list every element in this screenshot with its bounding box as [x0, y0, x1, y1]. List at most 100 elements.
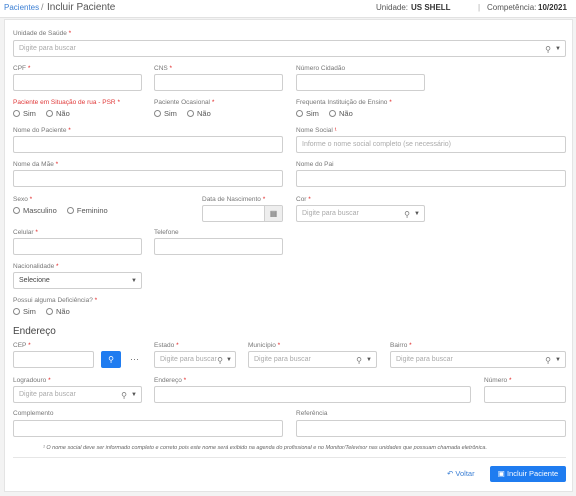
sexo-radio-group: Masculino Feminino [13, 206, 116, 215]
chevron-down-icon[interactable]: ▼ [131, 274, 137, 288]
cor-search-input[interactable]: Digite para buscar ⚲ ▼ [296, 205, 425, 222]
back-button[interactable]: ↶ Voltar [447, 467, 475, 481]
undo-arrow-icon: ↶ [447, 469, 454, 478]
ensino-sim-option[interactable]: Sim [296, 109, 319, 118]
endereco-label: Endereço * [154, 377, 187, 384]
unidade-placeholder: Digite para buscar [19, 45, 76, 52]
ocasional-nao-option[interactable]: Não [187, 109, 211, 118]
submit-button[interactable]: ▣ Incluir Paciente [490, 466, 566, 482]
nome-mae-input[interactable] [13, 170, 283, 187]
psr-nao-option[interactable]: Não [46, 109, 70, 118]
nascimento-label: Data de Nascimento * [202, 196, 266, 203]
bairro-label: Bairro * [390, 342, 412, 349]
deficiencia-radio-group: Sim Não [13, 307, 78, 316]
municipio-label: Município * [248, 342, 281, 349]
chevron-down-icon[interactable]: ▼ [555, 353, 561, 367]
nome-paciente-input[interactable] [13, 136, 283, 153]
logradouro-search-input[interactable]: Digite para buscar ⚲ ▼ [13, 386, 142, 403]
radio-icon[interactable] [13, 308, 20, 315]
deficiencia-label: Possui alguma Deficiência? * [13, 297, 98, 304]
cep-search-button[interactable]: ⚲ [101, 351, 121, 368]
radio-icon[interactable] [66, 207, 74, 214]
unidade-search-input[interactable]: Digite para buscar ⚲ ▼ [13, 40, 566, 57]
radio-icon[interactable] [296, 110, 303, 117]
search-icon[interactable]: ⚲ [121, 388, 127, 402]
cpf-input[interactable] [13, 74, 142, 91]
radio-icon[interactable] [13, 110, 20, 117]
cpf-label: CPF * [13, 65, 31, 72]
municipio-placeholder: Digite para buscar [254, 356, 311, 363]
deficiencia-sim-option[interactable]: Sim [13, 307, 36, 316]
competence-label: Competência: [487, 3, 537, 12]
logradouro-placeholder: Digite para buscar [19, 391, 76, 398]
breadcrumb-pacientes-link[interactable]: Pacientes [4, 3, 39, 12]
radio-icon[interactable] [187, 110, 195, 117]
radio-icon[interactable] [46, 308, 54, 315]
cor-placeholder: Digite para buscar [302, 210, 359, 217]
celular-input[interactable] [13, 238, 142, 255]
sexo-label: Sexo * [13, 196, 33, 203]
psr-sim-option[interactable]: Sim [13, 109, 36, 118]
feminino-label: Feminino [76, 206, 108, 215]
nacionalidade-label: Nacionalidade * [13, 263, 59, 270]
nome-pai-input[interactable] [296, 170, 566, 187]
chevron-down-icon[interactable]: ▼ [555, 42, 561, 56]
nome-social-input[interactable]: Informe o nome social completo (se neces… [296, 136, 566, 153]
sexo-masculino-option[interactable]: Masculino [13, 206, 57, 215]
ensino-label: Frequenta Instituição de Ensino * [296, 99, 392, 106]
bairro-placeholder: Digite para buscar [396, 356, 453, 363]
ensino-sim-label: Sim [306, 109, 319, 118]
chevron-down-icon[interactable]: ▼ [414, 207, 420, 221]
cep-label: CEP * [13, 342, 31, 349]
sexo-feminino-option[interactable]: Feminino [66, 206, 108, 215]
unidade-label: Unidade de Saúde * [13, 30, 72, 37]
estado-search-input[interactable]: Digite para buscar ⚲ ▼ [154, 351, 236, 368]
more-options-button[interactable]: ··· [130, 351, 139, 368]
psr-nao-label: Não [56, 109, 70, 118]
endereco-input[interactable] [154, 386, 471, 403]
radio-icon[interactable] [154, 110, 161, 117]
floppy-disk-icon: ▣ [497, 469, 505, 478]
ensino-nao-label: Não [339, 109, 353, 118]
bairro-search-input[interactable]: Digite para buscar ⚲ ▼ [390, 351, 566, 368]
complemento-input[interactable] [13, 420, 283, 437]
radio-icon[interactable] [329, 110, 337, 117]
telefone-input[interactable] [154, 238, 283, 255]
search-icon[interactable]: ⚲ [545, 353, 551, 367]
ocasional-sim-label: Sim [164, 109, 177, 118]
nacionalidade-selected-value: Selecione [19, 277, 50, 284]
search-icon[interactable]: ⚲ [356, 353, 362, 367]
numero-cidadao-input[interactable] [296, 74, 425, 91]
calendar-icon[interactable]: ▦ [264, 206, 282, 221]
chevron-down-icon[interactable]: ▼ [226, 353, 232, 367]
endereco-section-title: Endereço [13, 326, 56, 337]
nacionalidade-select[interactable]: Selecione ▼ [13, 272, 142, 289]
estado-label: Estado * [154, 342, 179, 349]
nascimento-date-input[interactable]: ▦ [202, 205, 283, 222]
search-icon[interactable]: ⚲ [217, 353, 223, 367]
cns-input[interactable] [154, 74, 283, 91]
deficiencia-nao-option[interactable]: Não [46, 307, 70, 316]
search-icon[interactable]: ⚲ [404, 207, 410, 221]
municipio-search-input[interactable]: Digite para buscar ⚲ ▼ [248, 351, 377, 368]
chevron-down-icon[interactable]: ▼ [131, 388, 137, 402]
psr-radio-group: Sim Não [13, 109, 78, 118]
ocasional-label: Paciente Ocasional * [154, 99, 215, 106]
nome-pai-label: Nome do Pai [296, 161, 334, 168]
search-icon[interactable]: ⚲ [545, 42, 551, 56]
nome-paciente-label: Nome do Paciente * [13, 127, 71, 134]
ocasional-sim-option[interactable]: Sim [154, 109, 177, 118]
psr-label: Paciente em Situação de rua - PSR * [13, 99, 120, 106]
breadcrumb-separator: / [41, 2, 44, 12]
ensino-nao-option[interactable]: Não [329, 109, 353, 118]
referencia-input[interactable] [296, 420, 566, 437]
logradouro-label: Logradouro * [13, 377, 51, 384]
radio-icon[interactable] [46, 110, 54, 117]
ensino-radio-group: Sim Não [296, 109, 361, 118]
unit-label: Unidade: [376, 3, 409, 12]
psr-sim-label: Sim [23, 109, 36, 118]
cep-input[interactable] [13, 351, 94, 368]
radio-icon[interactable] [13, 207, 20, 214]
chevron-down-icon[interactable]: ▼ [366, 353, 372, 367]
numero-input[interactable] [484, 386, 566, 403]
